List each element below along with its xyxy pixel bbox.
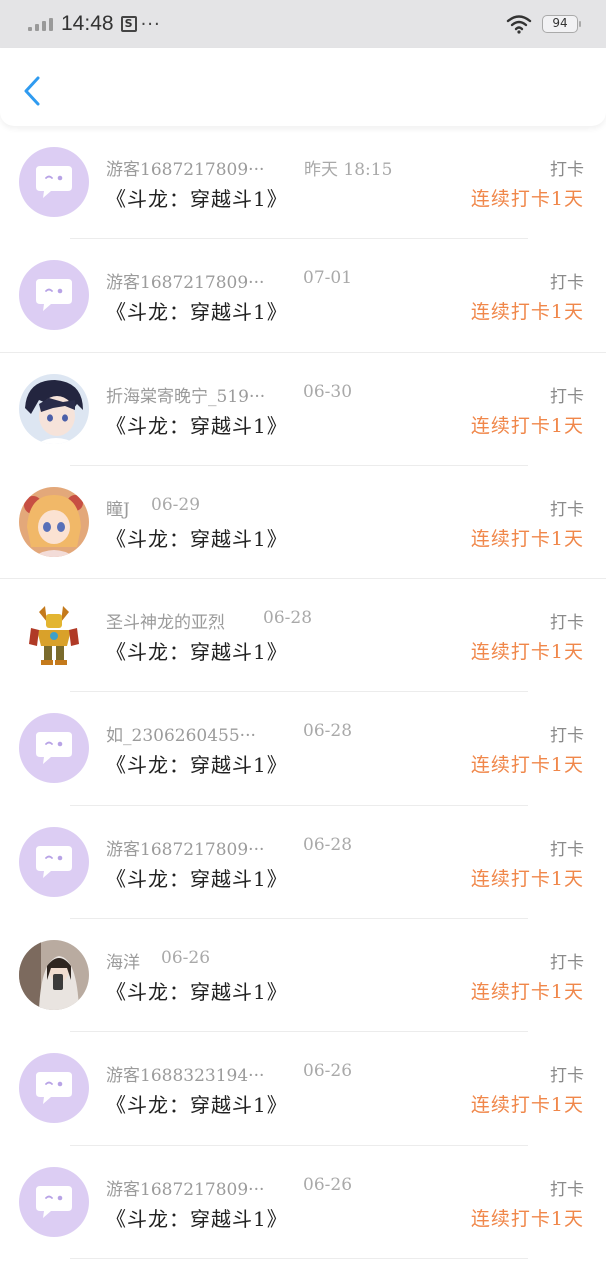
chat-bubble-icon bbox=[36, 1072, 72, 1105]
chat-bubble-icon bbox=[36, 732, 72, 765]
user-meta: 海洋 bbox=[106, 948, 140, 973]
chat-bubble-icon bbox=[36, 845, 72, 878]
user-meta: 游客1688323194··· bbox=[106, 1061, 264, 1086]
username[interactable]: 海洋 bbox=[106, 948, 140, 973]
book-title[interactable]: 《斗龙：穿越斗1》 bbox=[106, 749, 288, 778]
list-item[interactable]: 圣斗神龙的亚烈 06-28 《斗龙：穿越斗1》 打卡连续打卡1天 bbox=[0, 579, 606, 693]
book-title[interactable]: 《斗龙：穿越斗1》 bbox=[106, 636, 288, 665]
username[interactable]: 游客1688323194··· bbox=[106, 1061, 264, 1086]
book-title[interactable]: 《斗龙：穿越斗1》 bbox=[106, 1089, 288, 1118]
book-title[interactable]: 《斗龙：穿越斗1》 bbox=[106, 410, 288, 439]
book-title[interactable]: 《斗龙：穿越斗1》 bbox=[106, 183, 288, 212]
book-title[interactable]: 《斗龙：穿越斗1》 bbox=[106, 296, 288, 325]
list-item[interactable]: 折海棠寄晚宁_519··· 06-30 《斗龙：穿越斗1》 打卡连续打卡1天 bbox=[0, 353, 606, 466]
book-title[interactable]: 《斗龙：穿越斗1》 bbox=[106, 863, 288, 892]
streak-label: 连续打卡1天 bbox=[470, 414, 584, 437]
streak-label: 连续打卡1天 bbox=[470, 301, 584, 324]
checkin-time: 06-29 bbox=[151, 494, 201, 515]
book-title[interactable]: 《斗龙：穿越斗1》 bbox=[106, 523, 288, 552]
streak-label: 连续打卡1天 bbox=[470, 188, 584, 210]
list-item[interactable]: 游客1688323194··· 06-26 《斗龙：穿越斗1》 打卡连续打卡1天 bbox=[0, 1032, 606, 1146]
username[interactable]: 如_2306260455··· bbox=[106, 721, 256, 746]
streak-label: 连续打卡1天 bbox=[470, 754, 584, 777]
user-meta: 游客1687217809··· bbox=[106, 155, 264, 180]
action-label: 打卡 bbox=[550, 273, 584, 294]
action-label: 打卡 bbox=[550, 953, 584, 974]
streak-label: 连续打卡1天 bbox=[470, 867, 584, 890]
streak-label: 连续打卡1天 bbox=[470, 1207, 584, 1230]
checkin-time: 06-28 bbox=[303, 834, 353, 855]
battery-icon: 94 bbox=[542, 15, 581, 33]
default-avatar[interactable] bbox=[19, 147, 89, 217]
streak-label: 连续打卡1天 bbox=[470, 527, 584, 550]
chat-bubble-icon bbox=[36, 279, 72, 312]
signal-icon bbox=[28, 17, 53, 31]
username[interactable]: 折海棠寄晚宁_519··· bbox=[106, 382, 265, 407]
more-notifications-icon: ··· bbox=[140, 13, 161, 35]
checkin-list: 游客1687217809··· 昨天 18:15 《斗龙：穿越斗1》 打卡 连续打卡1天… bbox=[0, 126, 606, 1259]
anime-boy-avatar[interactable] bbox=[19, 373, 89, 444]
default-avatar[interactable] bbox=[19, 826, 89, 897]
checkin-time: 06-26 bbox=[161, 948, 211, 969]
username[interactable]: 游客1687217809··· bbox=[106, 1175, 264, 1200]
back-button[interactable] bbox=[18, 74, 48, 108]
checkin-time: 06-26 bbox=[303, 1174, 353, 1195]
divider bbox=[70, 1257, 528, 1259]
status-time: 14:48 bbox=[61, 12, 114, 35]
checkin-time: 06-30 bbox=[303, 381, 353, 402]
wifi-icon bbox=[506, 15, 532, 34]
list-item[interactable]: 如_2306260455··· 06-28 《斗龙：穿越斗1》 打卡连续打卡1天 bbox=[0, 692, 606, 806]
action-label: 打卡 bbox=[550, 726, 584, 747]
page-header bbox=[0, 48, 606, 126]
list-item[interactable]: 海洋 06-26 《斗龙：穿越斗1》 打卡连续打卡1天 bbox=[0, 919, 606, 1033]
user-meta: 游客1687217809··· bbox=[106, 1175, 264, 1200]
user-meta: 圣斗神龙的亚烈 bbox=[106, 608, 225, 633]
action-label: 打卡 bbox=[550, 386, 584, 407]
action-label: 打卡 bbox=[550, 613, 584, 634]
action-label: 打卡 bbox=[550, 1179, 584, 1200]
action-label: 打卡 bbox=[550, 839, 584, 860]
streak-label: 连续打卡1天 bbox=[470, 981, 584, 1004]
chevron-left-icon bbox=[24, 76, 40, 106]
user-meta: 瞳J bbox=[106, 495, 130, 520]
list-item[interactable]: 游客1687217809··· 07-01 《斗龙：穿越斗1》 打卡连续打卡1天 bbox=[0, 239, 606, 353]
chat-bubble-icon bbox=[36, 1185, 72, 1218]
action-label: 打卡 bbox=[550, 499, 584, 520]
default-avatar[interactable] bbox=[19, 1166, 89, 1237]
app-notification-icon: S bbox=[120, 16, 137, 32]
book-title[interactable]: 《斗龙：穿越斗1》 bbox=[106, 1203, 288, 1232]
streak-label: 连续打卡1天 bbox=[470, 641, 584, 664]
checkin-time: 07-01 bbox=[303, 268, 353, 289]
list-item[interactable]: 瞳J 06-29 《斗龙：穿越斗1》 打卡连续打卡1天 bbox=[0, 466, 606, 580]
checkin-time: 06-26 bbox=[303, 1061, 353, 1082]
anime-girl-avatar[interactable] bbox=[19, 486, 89, 557]
default-avatar[interactable] bbox=[19, 260, 89, 331]
photo-girl-avatar[interactable] bbox=[19, 940, 89, 1011]
list-item[interactable]: 游客1687217809··· 06-28 《斗龙：穿越斗1》 打卡连续打卡1天 bbox=[0, 806, 606, 920]
action-label: 打卡 bbox=[550, 1066, 584, 1087]
username[interactable]: 游客1687217809··· bbox=[106, 155, 264, 180]
robot-avatar[interactable] bbox=[19, 600, 89, 671]
username[interactable]: 游客1687217809··· bbox=[106, 268, 264, 293]
list-item[interactable]: 游客1687217809··· 昨天 18:15 《斗龙：穿越斗1》 打卡连续打卡1天 bbox=[0, 126, 606, 240]
action-label: 打卡 bbox=[550, 160, 584, 180]
checkin-time: 06-28 bbox=[263, 608, 313, 629]
user-meta: 游客1687217809··· bbox=[106, 268, 264, 293]
default-avatar[interactable] bbox=[19, 713, 89, 784]
checkin-time: 06-28 bbox=[303, 721, 353, 742]
user-meta: 如_2306260455··· bbox=[106, 721, 256, 746]
username[interactable]: 圣斗神龙的亚烈 bbox=[106, 608, 225, 633]
username[interactable]: 瞳J bbox=[106, 495, 130, 520]
user-meta: 游客1687217809··· bbox=[106, 835, 264, 860]
chat-bubble-icon bbox=[36, 166, 72, 198]
default-avatar[interactable] bbox=[19, 1053, 89, 1124]
book-title[interactable]: 《斗龙：穿越斗1》 bbox=[106, 976, 288, 1005]
streak-label: 连续打卡1天 bbox=[470, 1094, 584, 1117]
username[interactable]: 游客1687217809··· bbox=[106, 835, 264, 860]
user-meta: 折海棠寄晚宁_519··· bbox=[106, 382, 265, 407]
checkin-time: 昨天 18:15 bbox=[304, 160, 393, 180]
status-bar: 14:48 S ··· 94 bbox=[0, 0, 606, 48]
list-item[interactable]: 游客1687217809··· 06-26 《斗龙：穿越斗1》 打卡连续打卡1天 bbox=[0, 1146, 606, 1259]
